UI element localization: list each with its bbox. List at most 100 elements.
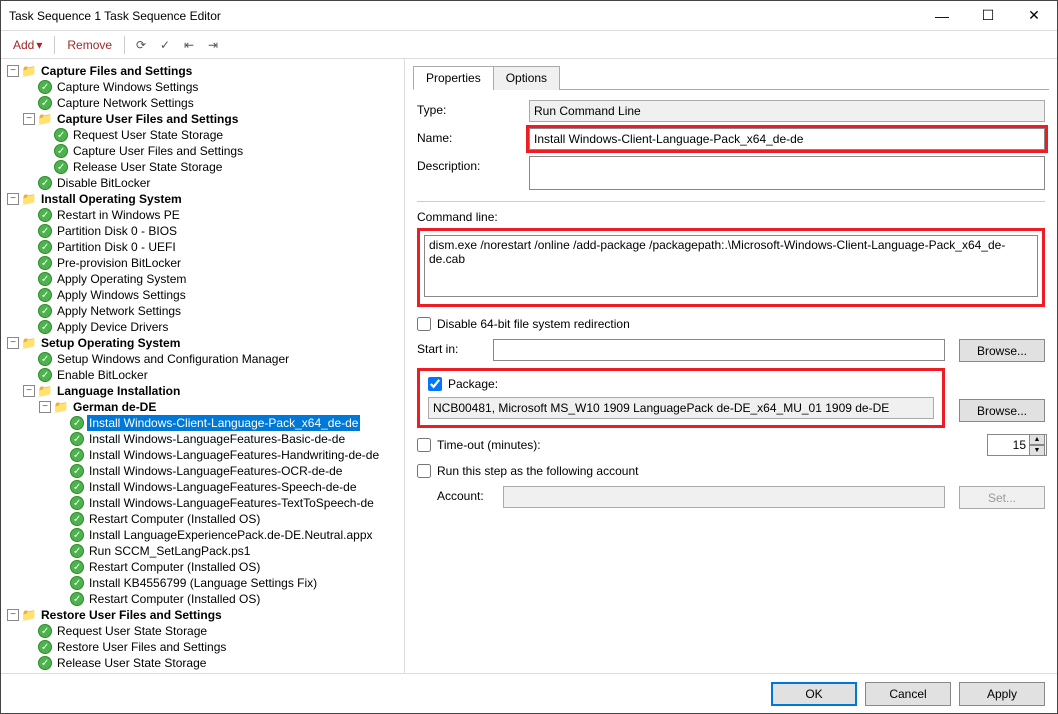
collapse-icon[interactable]: − [7, 337, 19, 349]
tree-group-install-os[interactable]: −Install Operating System Restart in Win… [5, 191, 402, 335]
check-icon [38, 640, 52, 654]
check-icon [38, 352, 52, 366]
tree-item[interactable]: Apply Device Drivers [21, 319, 402, 335]
check-icon [38, 224, 52, 238]
add-button[interactable]: Add▾ [7, 36, 48, 54]
check-icon [70, 528, 84, 542]
name-label: Name: [417, 128, 523, 145]
check-icon [38, 272, 52, 286]
check-icon [70, 432, 84, 446]
tree-item[interactable]: Partition Disk 0 - UEFI [21, 239, 402, 255]
collapse-icon[interactable]: − [7, 65, 19, 77]
commandline-field[interactable]: dism.exe /norestart /online /add-package… [424, 235, 1038, 297]
nav-right-icon[interactable]: ⇥ [203, 35, 223, 55]
timeout-checkbox[interactable] [417, 438, 431, 452]
timeout-spinner[interactable]: ▲▼ [987, 434, 1045, 456]
tree-item[interactable]: Apply Operating System [21, 271, 402, 287]
tree-group-language-installation[interactable]: −Language Installation −German de-DE Ins… [21, 383, 402, 607]
tab-options[interactable]: Options [493, 66, 560, 90]
check-icon [70, 416, 84, 430]
account-label: Account: [417, 486, 497, 503]
type-label: Type: [417, 100, 523, 117]
tree-item[interactable]: Apply Network Settings [21, 303, 402, 319]
package-checkbox[interactable] [428, 377, 442, 391]
spin-down-icon[interactable]: ▼ [1029, 445, 1045, 456]
folder-icon [37, 111, 53, 127]
tree-item[interactable]: Apply Windows Settings [21, 287, 402, 303]
tree-item[interactable]: Install Windows-LanguageFeatures-OCR-de-… [53, 463, 402, 479]
name-field[interactable] [529, 128, 1045, 150]
check-icon [38, 656, 52, 670]
folder-icon [37, 383, 53, 399]
tree-item[interactable]: Capture Network Settings [21, 95, 402, 111]
tree-group-restore-user-files[interactable]: − Restore User Files and Settings Request… [5, 607, 402, 671]
package-label: Package: [448, 377, 498, 391]
remove-button[interactable]: Remove [61, 36, 118, 54]
timeout-label: Time-out (minutes): [437, 438, 981, 452]
tree-item-selected[interactable]: Install Windows-Client-Language-Pack_x64… [53, 415, 402, 431]
collapse-icon[interactable]: − [7, 609, 19, 621]
nav-left-icon[interactable]: ⇤ [179, 35, 199, 55]
tree-item[interactable]: Install Windows-LanguageFeatures-Speech-… [53, 479, 402, 495]
tab-properties[interactable]: Properties [413, 66, 494, 90]
right-panel: Properties Options Type: Name: Descripti… [405, 59, 1057, 673]
tree-item[interactable]: Restore User Files and Settings [21, 639, 402, 655]
tree-item[interactable]: Release User State Storage [21, 655, 402, 671]
collapse-icon[interactable]: − [23, 113, 35, 125]
tree-group-setup-os[interactable]: −Setup Operating System Setup Windows an… [5, 335, 402, 607]
tree-item[interactable]: Partition Disk 0 - BIOS [21, 223, 402, 239]
tree-group-capture-user-files[interactable]: − Capture User Files and Settings Request… [21, 111, 402, 175]
check-icon[interactable]: ✓ [155, 35, 175, 55]
tree-item[interactable]: Setup Windows and Configuration Manager [21, 351, 402, 367]
tree-item[interactable]: Pre-provision BitLocker [21, 255, 402, 271]
ok-button[interactable]: OK [771, 682, 857, 706]
tree-item[interactable]: Install Windows-LanguageFeatures-Basic-d… [53, 431, 402, 447]
refresh-icon[interactable]: ⟳ [131, 35, 151, 55]
tree-item[interactable]: Run SCCM_SetLangPack.ps1 [53, 543, 402, 559]
minimize-button[interactable]: — [919, 1, 965, 31]
tree-item[interactable]: Request User State Storage [21, 623, 402, 639]
folder-icon [21, 191, 37, 207]
check-icon [38, 240, 52, 254]
runas-checkbox[interactable] [417, 464, 431, 478]
tree-group-german-de-de[interactable]: −German de-DE Install Windows-Client-Lan… [37, 399, 402, 607]
startin-browse-button[interactable]: Browse... [959, 339, 1045, 362]
tree-item[interactable]: Restart Computer (Installed OS) [53, 559, 402, 575]
tree-panel[interactable]: −Capture Files and Settings Capture Wind… [1, 59, 405, 673]
folder-icon [21, 335, 37, 351]
check-icon [54, 128, 68, 142]
tree-item[interactable]: Disable BitLocker [21, 175, 402, 191]
apply-button[interactable]: Apply [959, 682, 1045, 706]
cancel-button[interactable]: Cancel [865, 682, 951, 706]
tree-item[interactable]: Restart in Windows PE [21, 207, 402, 223]
collapse-icon[interactable]: − [23, 385, 35, 397]
check-icon [38, 288, 52, 302]
tree-item[interactable]: Capture User Files and Settings [37, 143, 402, 159]
content: −Capture Files and Settings Capture Wind… [1, 59, 1057, 673]
set-account-button: Set... [959, 486, 1045, 509]
tree-item[interactable]: Install Windows-LanguageFeatures-TextToS… [53, 495, 402, 511]
maximize-button[interactable]: ☐ [965, 1, 1011, 31]
runas-label: Run this step as the following account [437, 464, 638, 478]
tree-item[interactable]: Restart Computer (Installed OS) [53, 591, 402, 607]
tree-group-capture-files[interactable]: −Capture Files and Settings Capture Wind… [5, 63, 402, 191]
check-icon [70, 512, 84, 526]
startin-field[interactable] [493, 339, 945, 361]
tree-item[interactable]: Install LanguageExperiencePack.de-DE.Neu… [53, 527, 402, 543]
tree-item[interactable]: Install KB4556799 (Language Settings Fix… [53, 575, 402, 591]
close-button[interactable]: ✕ [1011, 1, 1057, 31]
description-field[interactable] [529, 156, 1045, 190]
spin-up-icon[interactable]: ▲ [1029, 434, 1045, 445]
tree-item[interactable]: Enable BitLocker [21, 367, 402, 383]
tree-item[interactable]: Install Windows-LanguageFeatures-Handwri… [53, 447, 402, 463]
tree-item[interactable]: Capture Windows Settings [21, 79, 402, 95]
disable-64bit-checkbox[interactable] [417, 317, 431, 331]
collapse-icon[interactable]: − [7, 193, 19, 205]
window: Task Sequence 1 Task Sequence Editor — ☐… [0, 0, 1058, 714]
collapse-icon[interactable]: − [39, 401, 51, 413]
tree-item[interactable]: Request User State Storage [37, 127, 402, 143]
tree-item[interactable]: Release User State Storage [37, 159, 402, 175]
package-browse-button[interactable]: Browse... [959, 399, 1045, 422]
separator [54, 36, 55, 54]
tree-item[interactable]: Restart Computer (Installed OS) [53, 511, 402, 527]
